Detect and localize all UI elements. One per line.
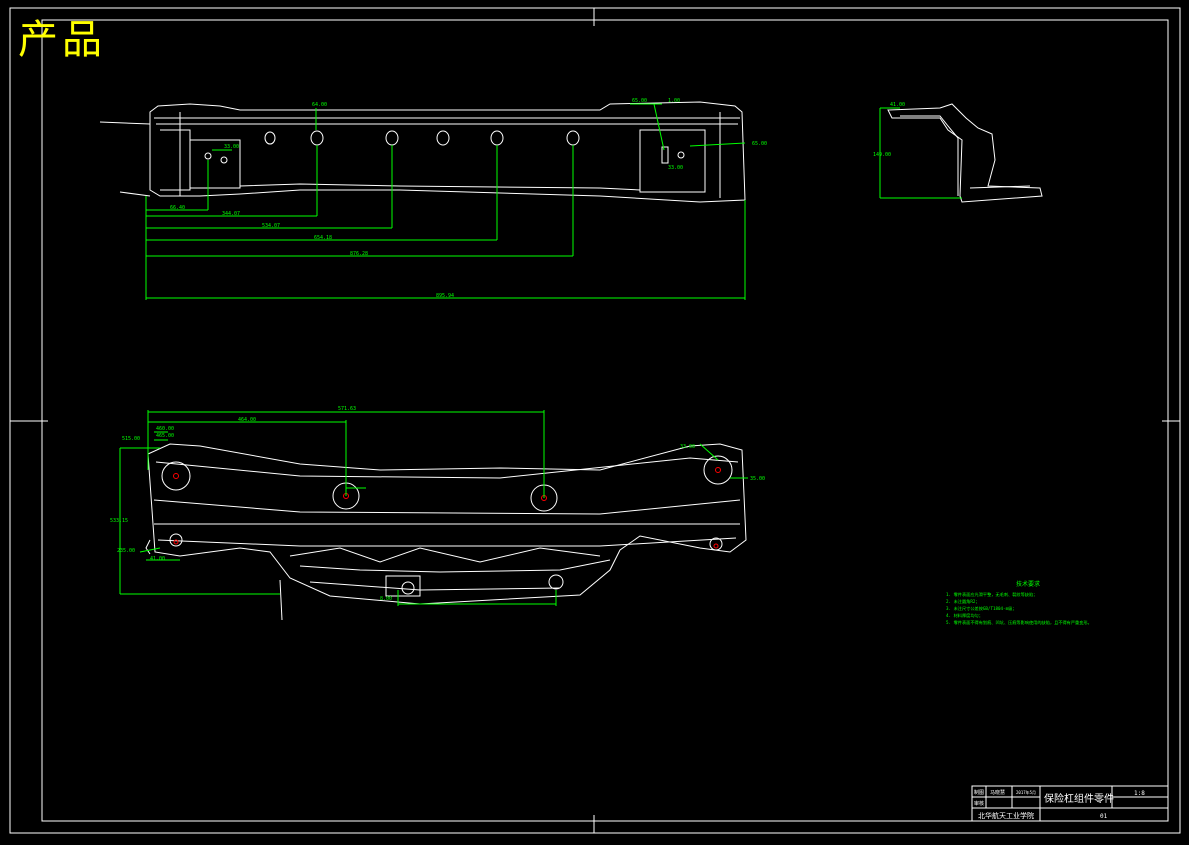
callout-label: 33.00 bbox=[680, 444, 695, 450]
notes-item: 1. 零件表面应光滑平整，无毛刺、裂纹等缺陷； bbox=[946, 591, 1037, 598]
sheet-title: 产品 bbox=[18, 17, 106, 63]
side-view: 41.00 149.00 bbox=[873, 102, 1043, 203]
bottom-view-markers bbox=[173, 467, 721, 549]
dim-label: 235.00 bbox=[117, 548, 135, 554]
dim-label: 515.00 bbox=[122, 436, 140, 442]
bottom-view: 571.63 464.00 515.00 460.00 465.00 533.1… bbox=[110, 406, 765, 621]
top-view-slots bbox=[204, 130, 685, 164]
dim-label: 460.00 bbox=[156, 426, 174, 432]
dim-label: 533.15 bbox=[110, 518, 128, 524]
drawing-name: 保险杠组件零件 bbox=[1044, 792, 1114, 805]
callout-label: 1.00 bbox=[668, 98, 680, 104]
dim-label: 876.28 bbox=[350, 251, 368, 257]
callout-label: 33.00 bbox=[668, 165, 683, 171]
callout-label: 33.00 bbox=[224, 144, 239, 150]
dim-label: 41.00 bbox=[150, 556, 165, 562]
dim-label: 895.94 bbox=[436, 293, 454, 299]
notes-item: 4. 材料厚度均匀； bbox=[946, 612, 983, 619]
side-view-outline bbox=[887, 103, 1043, 203]
outer-border bbox=[9, 7, 1181, 834]
dim-label: 571.63 bbox=[338, 406, 356, 412]
dim-label: 41.00 bbox=[890, 102, 905, 108]
title-row1-date: 2017年5月 bbox=[1016, 789, 1036, 795]
bottom-view-holes bbox=[161, 455, 733, 595]
school-name: 北华航天工业学院 bbox=[978, 811, 1034, 820]
top-view-outline bbox=[99, 101, 746, 203]
title-row1-label: 制图 bbox=[974, 789, 984, 796]
technical-notes: 技术要求 1. 零件表面应光滑平整，无毛刺、裂纹等缺陷； 2. 未注圆角R2； … bbox=[946, 580, 1092, 626]
drawing-sheet: 产品 66.40 344.07 534.07 654.18 876.28 895… bbox=[0, 0, 1189, 841]
dim-label: 654.18 bbox=[314, 235, 332, 241]
sheet-number: 01 bbox=[1100, 813, 1108, 820]
notes-item: 5. 零件表面不得有划痕、凹坑、压痕等影响使用的缺陷，且不得有严重变形。 bbox=[946, 619, 1092, 626]
cad-drawing: 66.40 344.07 534.07 654.18 876.28 895.94… bbox=[9, 7, 1181, 834]
notes-item: 3. 未注尺寸公差按GB/T1804-m级； bbox=[946, 605, 1016, 612]
top-view-dimensions bbox=[145, 103, 746, 300]
title-row2-label: 审核 bbox=[974, 800, 984, 807]
callout-label: 65.00 bbox=[632, 98, 647, 104]
drawing-scale: 1:8 bbox=[1134, 790, 1145, 797]
title-block: 制图 马晓慧 2017年5月 审核 保险杠组件零件 1:8 北华航天工业学院 0… bbox=[971, 785, 1169, 822]
dim-label: 464.00 bbox=[238, 417, 256, 423]
dim-label: 8.00 bbox=[380, 596, 392, 602]
top-view: 66.40 344.07 534.07 654.18 876.28 895.94… bbox=[99, 98, 767, 300]
bottom-view-dimensions bbox=[119, 410, 748, 606]
dim-label: 534.07 bbox=[262, 223, 280, 229]
dim-label: 66.40 bbox=[170, 205, 185, 211]
notes-item: 2. 未注圆角R2； bbox=[946, 598, 980, 605]
drawing-frame bbox=[9, 7, 1181, 834]
callout-label: 65.00 bbox=[752, 141, 767, 147]
top-view-dim-labels: 66.40 344.07 534.07 654.18 876.28 895.94… bbox=[170, 98, 767, 299]
dim-label: 465.00 bbox=[156, 433, 174, 439]
callout-label: 64.00 bbox=[312, 102, 327, 108]
side-view-dimensions bbox=[879, 107, 962, 199]
notes-title: 技术要求 bbox=[1016, 580, 1040, 588]
dim-label: 149.00 bbox=[873, 152, 891, 158]
title-row1-name: 马晓慧 bbox=[990, 789, 1005, 796]
callout-label: 35.00 bbox=[750, 476, 765, 482]
dim-label: 344.07 bbox=[222, 211, 240, 217]
